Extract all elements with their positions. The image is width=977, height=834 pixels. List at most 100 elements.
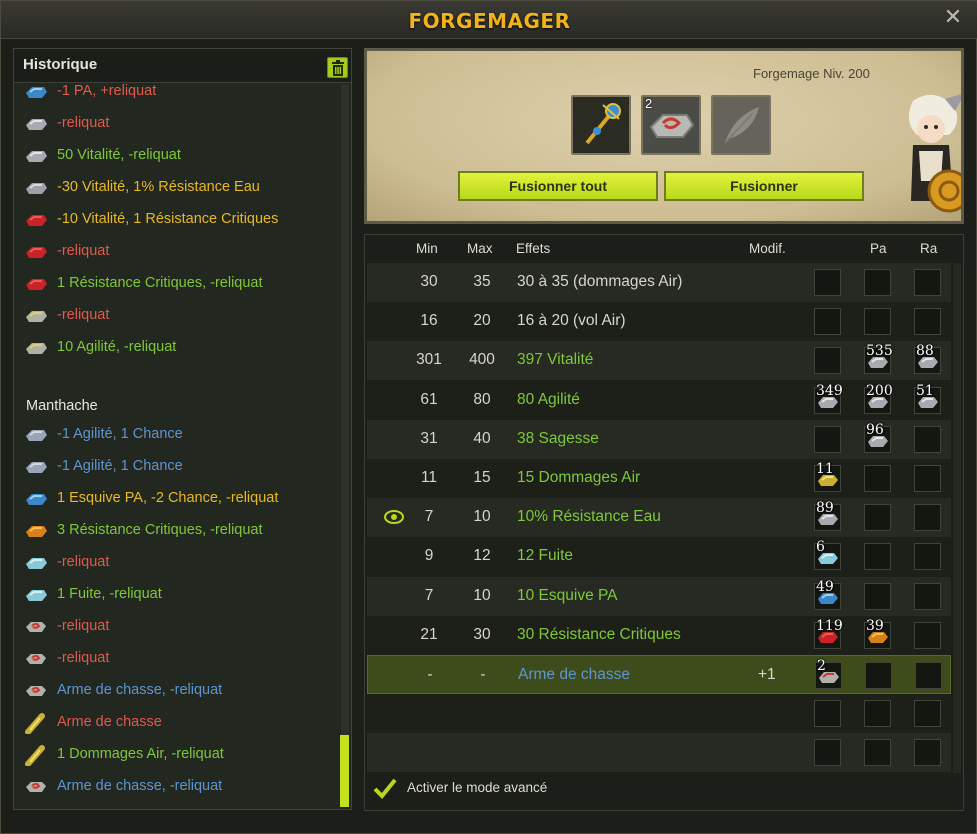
min-value: 16 xyxy=(420,312,438,330)
ba-rune-slot[interactable]: 49 xyxy=(814,579,841,610)
fuse-button[interactable]: Fusionner xyxy=(664,171,864,201)
ba-rune-slot[interactable]: 2 xyxy=(815,658,842,689)
effect-label: 15 Dommages Air xyxy=(517,469,641,486)
ra-rune-slot[interactable] xyxy=(914,739,941,767)
ba-rune-slot[interactable] xyxy=(814,347,841,375)
pa-rune-slot[interactable] xyxy=(864,700,891,728)
history-scrollbar-thumb[interactable] xyxy=(340,735,349,807)
history-entry: -30 Vitalité, 1% Résistance Eau xyxy=(24,175,334,201)
pa-rune-slot[interactable]: 535 xyxy=(864,343,893,375)
gray-rune-icon xyxy=(24,145,48,167)
hunting-rune-icon xyxy=(26,654,46,664)
ra-rune-slot[interactable] xyxy=(914,700,941,728)
rune-count: 39 xyxy=(866,617,884,634)
pa-rune-slot[interactable] xyxy=(864,269,891,296)
history-scrollbar[interactable] xyxy=(341,85,349,807)
table-row[interactable]: 301 400 397 Vitalité 535 88 xyxy=(367,341,951,381)
pa-rune-slot[interactable] xyxy=(864,504,891,532)
ba-rune-slot[interactable] xyxy=(814,700,841,728)
ra-rune-slot[interactable] xyxy=(914,465,941,492)
pa-rune-slot[interactable] xyxy=(865,662,892,689)
history-entry-text: -reliquat xyxy=(57,650,110,666)
ba-rune-slot[interactable] xyxy=(814,739,841,767)
pa-rune-slot[interactable]: 39 xyxy=(864,618,891,649)
min-value: 9 xyxy=(424,547,434,565)
table-row[interactable]: 61 80 80 Agilité 349 200 51 xyxy=(367,380,951,420)
ba-rune-slot[interactable] xyxy=(814,308,841,336)
pa-rune-slot[interactable] xyxy=(864,543,891,571)
min-value: 30 xyxy=(420,273,438,290)
table-row[interactable]: - - Arme de chasse +1 2 xyxy=(367,655,951,694)
potion-icon xyxy=(25,713,45,735)
history-entry-text: -1 PA, +reliquat xyxy=(57,83,157,99)
close-icon[interactable]: ✕ xyxy=(942,7,964,29)
table-row[interactable]: 9 12 12 Fuite 6 xyxy=(367,537,951,577)
blue-gray-rune-icon xyxy=(24,456,48,478)
ra-rune-slot[interactable] xyxy=(914,504,941,532)
gray-rune-icon xyxy=(24,113,48,135)
potion-icon xyxy=(24,712,48,735)
fuse-all-button[interactable]: Fusionner tout xyxy=(458,171,658,201)
ra-rune-slot[interactable] xyxy=(914,308,941,336)
ra-rune-slot[interactable] xyxy=(914,425,941,453)
ra-rune-slot[interactable] xyxy=(914,543,941,571)
ba-rune-slot[interactable] xyxy=(814,425,841,453)
table-row[interactable]: 7 10 10% Résistance Eau 89 xyxy=(367,498,951,538)
pa-rune-slot[interactable] xyxy=(864,465,891,492)
pa-rune-slot[interactable] xyxy=(864,739,891,767)
history-entry-text: -30 Vitalité, 1% Résistance Eau xyxy=(57,179,260,195)
feather-icon xyxy=(724,107,759,144)
ba-rune-slot[interactable]: 11 xyxy=(814,461,841,492)
table-row[interactable]: 16 20 16 à 20 (vol Air) xyxy=(367,302,951,342)
history-panel: Historique -1 PA, +reliquat -reliquat 50 V… xyxy=(13,48,352,810)
item-slot[interactable] xyxy=(571,95,631,155)
clear-history-button[interactable] xyxy=(327,57,348,78)
table-row[interactable]: 21 30 30 Résistance Critiques 119 39 xyxy=(367,615,951,655)
ra-rune-slot[interactable] xyxy=(914,269,941,296)
pa-rune-slot[interactable]: 200 xyxy=(864,383,893,414)
rune-slot[interactable]: 2 xyxy=(641,95,701,155)
pa-rune-slot[interactable] xyxy=(864,582,891,610)
table-row[interactable]: 30 35 30 à 35 (dommages Air) xyxy=(367,263,951,302)
history-entry: -1 Agilité, 1 Chance xyxy=(24,454,334,480)
ra-rune-slot[interactable]: 51 xyxy=(914,383,941,414)
ba-rune-slot[interactable]: 6 xyxy=(814,539,841,571)
ra-rune-slot[interactable] xyxy=(914,582,941,610)
ba-rune-slot[interactable] xyxy=(814,269,841,296)
history-entry-text: Arme de chasse, -reliquat xyxy=(57,778,223,794)
table-row[interactable]: 11 15 15 Dommages Air 11 xyxy=(367,459,951,498)
table-row[interactable]: 31 40 38 Sagesse 96 xyxy=(367,419,951,459)
table-row[interactable] xyxy=(367,733,951,773)
forgemager-window: FORGEMAGER ✕ Historique -1 PA, +reliquat… xyxy=(0,0,977,834)
history-entry-text: -1 Agilité, 1 Chance xyxy=(57,426,183,442)
ra-rune-slot[interactable] xyxy=(915,662,942,689)
pa-rune-slot[interactable]: 96 xyxy=(864,422,891,453)
potion-icon xyxy=(24,744,48,767)
header-ra: Ra xyxy=(920,241,938,256)
history-entry-text: -10 Vitalité, 1 Résistance Critiques xyxy=(57,211,279,227)
history-entry-text: 10 Agilité, -reliquat xyxy=(57,339,177,355)
pa-rune-slot[interactable] xyxy=(864,308,891,336)
ra-rune-slot[interactable] xyxy=(914,621,941,649)
min-value: 61 xyxy=(420,390,438,408)
rune-count: 88 xyxy=(916,343,934,360)
checkmark-icon[interactable] xyxy=(373,777,397,799)
blue-rune-icon xyxy=(26,87,47,98)
empty-slot[interactable] xyxy=(711,95,771,155)
ra-rune-slot[interactable]: 88 xyxy=(914,343,941,375)
advanced-mode-toggle[interactable]: Activer le mode avancé xyxy=(371,775,671,803)
table-row[interactable] xyxy=(367,694,951,734)
history-entry-text: 1 Fuite, -reliquat xyxy=(57,586,162,602)
yellow-gray-rune-icon xyxy=(26,343,47,354)
table-row[interactable]: 7 10 10 Esquive PA 49 xyxy=(367,576,951,616)
eye-icon[interactable] xyxy=(383,508,405,526)
effect-label: 12 Fuite xyxy=(517,547,574,565)
history-entry: 3 Résistance Critiques, -reliquat xyxy=(24,518,334,544)
rune-count: 49 xyxy=(816,578,834,595)
table-scrollbar[interactable] xyxy=(953,263,961,773)
ba-rune-slot[interactable]: 349 xyxy=(814,383,843,414)
ba-rune-slot[interactable]: 89 xyxy=(814,500,841,532)
history-list[interactable]: -1 PA, +reliquat -reliquat 50 Vitalité, -r… xyxy=(14,83,340,809)
ba-rune-slot[interactable]: 119 xyxy=(814,618,843,649)
effect-label: 38 Sagesse xyxy=(517,429,599,447)
